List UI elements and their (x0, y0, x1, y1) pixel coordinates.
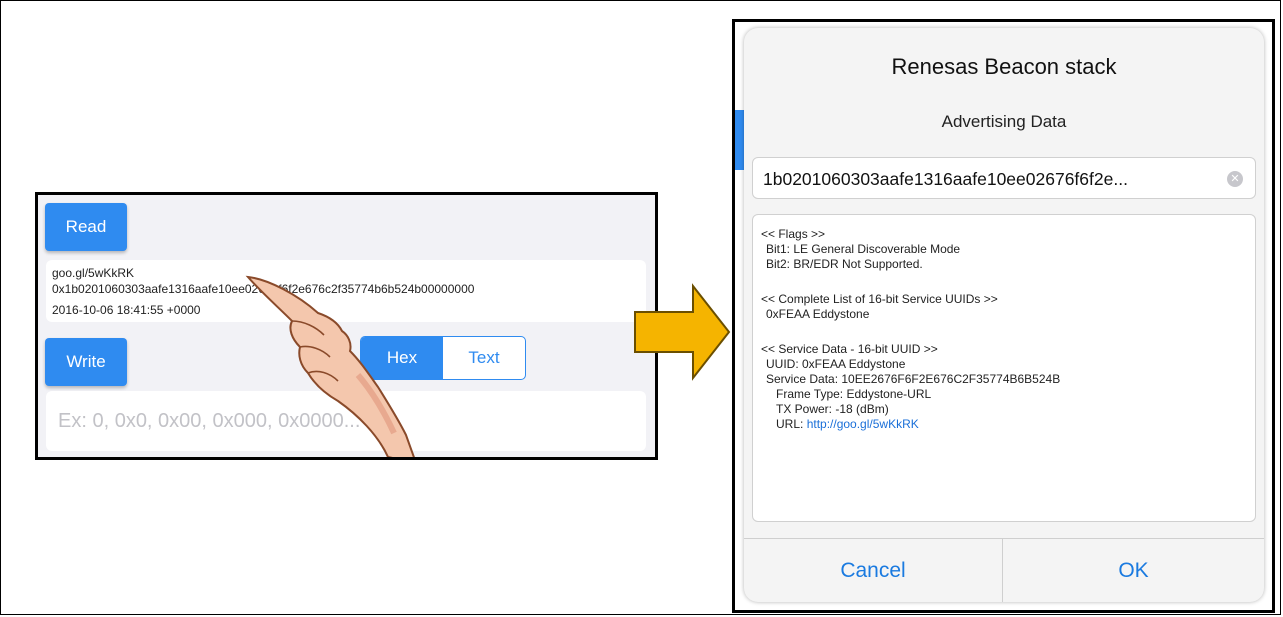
arrow-right-icon (634, 283, 731, 381)
cancel-button[interactable]: Cancel (744, 539, 1003, 602)
clear-circle-icon[interactable]: ✕ (1227, 171, 1243, 187)
text-segment[interactable]: Text (443, 337, 525, 379)
tx-power: TX Power: -18 (dBm) (776, 402, 889, 416)
service-data-header: << Service Data - 16-bit UUID >> (761, 342, 938, 356)
dialog-subtitle: Advertising Data (941, 112, 1067, 131)
parsed-data-box: << Flags >> Bit1: LE General Discoverabl… (752, 214, 1256, 522)
service-uuid: UUID: 0xFEAA Eddystone (766, 357, 906, 371)
read-value-url: goo.gl/5wKkRK (52, 266, 135, 280)
frame-type: Frame Type: Eddystone-URL (776, 387, 932, 401)
advertising-data-field[interactable]: 1b0201060303aafe1316aafe10ee02676f6f2e..… (752, 157, 1256, 199)
advertising-data-dialog: Renesas Beacon stack Advertising Data 1b… (744, 28, 1264, 602)
flags-header: << Flags >> (761, 227, 826, 241)
read-button[interactable]: Read (45, 203, 127, 251)
dialog-title: Renesas Beacon stack (891, 54, 1117, 79)
uuid-list-item: 0xFEAA Eddystone (766, 307, 870, 321)
url-line: URL: http://goo.gl/5wKkRK (776, 417, 919, 431)
pointing-hand-icon (245, 275, 415, 457)
url-link[interactable]: http://goo.gl/5wKkRK (807, 417, 919, 431)
background-edge (735, 110, 744, 170)
advertising-data-value: 1b0201060303aafe1316aafe10ee02676f6f2e..… (763, 169, 1128, 189)
ok-button[interactable]: OK (1003, 539, 1264, 602)
read-timestamp: 2016-10-06 18:41:55 +0000 (52, 303, 201, 317)
characteristic-panel: Read goo.gl/5wKkRK 0x1b0201060303aafe131… (35, 192, 658, 460)
write-button[interactable]: Write (45, 338, 127, 386)
advertising-data-panel: Renesas Beacon stack Advertising Data 1b… (732, 19, 1275, 613)
flags-bit2: Bit2: BR/EDR Not Supported. (766, 257, 923, 271)
flags-bit1: Bit1: LE General Discoverable Mode (766, 242, 961, 256)
service-data-hex: Service Data: 10EE2676F6F2E676C2F35774B6… (766, 372, 1061, 386)
uuid-list-header: << Complete List of 16-bit Service UUIDs… (761, 292, 998, 306)
dialog-button-row: Cancel OK (744, 538, 1264, 602)
